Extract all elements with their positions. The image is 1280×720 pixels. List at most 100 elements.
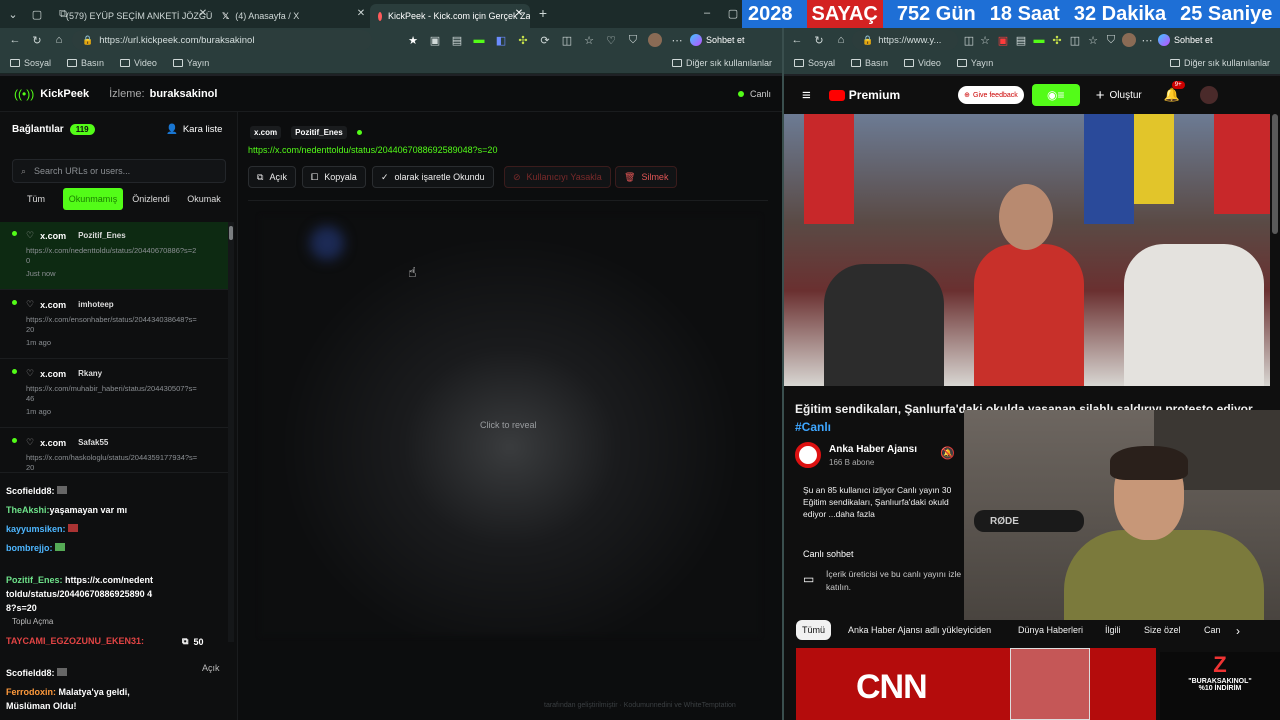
more-icon[interactable]: ⋯ xyxy=(1140,33,1154,47)
notifications-button[interactable]: 🔔 9+ xyxy=(1164,81,1185,103)
favorites-icon[interactable]: ☆ xyxy=(1086,33,1100,47)
home-icon[interactable]: ⌂ xyxy=(52,33,66,47)
favorites-icon[interactable]: ☆ xyxy=(582,33,596,47)
ban-user-button[interactable]: ⊘ Kullanıcıyı Yasakla xyxy=(504,166,611,188)
reveal-label[interactable]: Click to reveal xyxy=(480,420,537,430)
split-icon[interactable]: ◫ xyxy=(962,33,976,47)
chip-for-you[interactable]: Size özel xyxy=(1144,620,1181,640)
bookmark-sosyal[interactable]: Sosyal xyxy=(794,58,835,68)
star-icon[interactable]: ☆ xyxy=(978,33,992,47)
address-bar[interactable]: 🔒 https://www.y... xyxy=(852,30,958,50)
refresh-page-icon[interactable]: ⟳ xyxy=(538,33,552,47)
search-input[interactable]: ⌕ Search URLs or users... xyxy=(12,159,226,183)
folder-icon xyxy=(67,59,78,67)
extension-icon[interactable]: ▬ xyxy=(472,33,486,47)
copilot-chat-button[interactable]: Sohbet et xyxy=(1158,34,1213,46)
close-tab-icon[interactable]: ✕ xyxy=(354,6,368,20)
extension-icon[interactable]: ▤ xyxy=(1014,33,1028,47)
link-item[interactable]: ♡ x.com Rkany https://x.com/muhabir_haberi… xyxy=(0,360,228,428)
filter-unread[interactable]: Okunmamış xyxy=(63,188,123,210)
bookmark-basin[interactable]: Basın xyxy=(851,58,888,68)
video-player[interactable] xyxy=(784,114,1270,386)
other-bookmarks[interactable]: Diğer sık kullanılanlar xyxy=(671,58,772,68)
hashtag-link[interactable]: #Canlı xyxy=(795,420,831,434)
bookmark-video[interactable]: Video xyxy=(904,58,941,68)
maximize-icon[interactable]: ▢ xyxy=(726,6,740,20)
open-label[interactable]: Açık xyxy=(202,663,220,673)
chip-more[interactable]: Can xyxy=(1204,620,1234,640)
extension-icon[interactable]: ✣ xyxy=(1050,33,1064,47)
refresh-icon[interactable]: ↻ xyxy=(812,33,826,47)
home-icon[interactable]: ⌂ xyxy=(834,33,848,47)
new-tab-icon[interactable]: + xyxy=(536,5,550,21)
favorite-star-icon[interactable]: ★ xyxy=(406,33,420,47)
selected-url[interactable]: https://x.com/nedenttoldu/status/2044067… xyxy=(248,145,497,155)
refresh-icon[interactable]: ↻ xyxy=(30,33,44,47)
extension-icon[interactable]: ▣ xyxy=(428,33,442,47)
notification-bell-icon[interactable]: 🔕 xyxy=(940,446,955,460)
chip-world-news[interactable]: Dünya Haberleri xyxy=(1018,620,1083,640)
bookmark-yayin[interactable]: Yayın xyxy=(172,58,209,68)
workspaces-icon[interactable]: ▢ xyxy=(30,7,44,21)
split-screen-icon[interactable]: ◫ xyxy=(560,33,574,47)
other-bookmarks[interactable]: Diğer sık kullanılanlar xyxy=(1169,58,1270,68)
extension-button[interactable]: ◉≡ xyxy=(1031,84,1080,106)
description-box[interactable]: Şu an 85 kullanıcı izliyor Canlı yayın 3… xyxy=(795,480,967,530)
tab-menu-icon[interactable]: ⌄ xyxy=(6,7,20,21)
extension-icon[interactable]: ▤ xyxy=(450,33,464,47)
extension-icon[interactable]: ✣ xyxy=(516,33,530,47)
chip-all[interactable]: Tümü xyxy=(796,620,832,640)
bookmark-basin[interactable]: Basın xyxy=(67,58,104,68)
extension-icon[interactable]: ▬ xyxy=(1032,33,1046,47)
blacklist-button[interactable]: 👤 Kara liste xyxy=(166,124,222,135)
chevron-right-icon[interactable]: › xyxy=(1236,624,1240,638)
filter-read[interactable]: Okumak xyxy=(182,188,226,210)
delete-button[interactable]: 🗑 Silmek xyxy=(615,166,678,188)
close-tab-icon[interactable]: ✕ xyxy=(512,6,526,20)
filter-previewed[interactable]: Önizlendi xyxy=(128,188,174,210)
yt-scrollbar[interactable] xyxy=(1272,114,1278,234)
minimize-icon[interactable]: – xyxy=(700,6,714,20)
close-tab-icon[interactable]: ✕ xyxy=(196,6,210,20)
account-avatar[interactable] xyxy=(1199,86,1218,104)
hamburger-icon[interactable]: ≡ xyxy=(802,87,811,104)
link-item[interactable]: ♡ x.com Pozitif_Enes https://x.com/nedentt… xyxy=(0,222,228,290)
chip-related[interactable]: İlgili xyxy=(1105,620,1121,640)
mark-read-button[interactable]: ✓ olarak işaretle Okundu xyxy=(372,166,494,188)
copy-button[interactable]: ⧠ Kopyala xyxy=(302,166,366,188)
sidebar-scrollbar[interactable] xyxy=(228,222,234,642)
split-screen-icon[interactable]: ◫ xyxy=(1068,33,1082,47)
recommended-thumbnail[interactable]: CNN xyxy=(796,648,1156,720)
tab-youtube[interactable]: (579) EYÜP SEÇİM ANKETİ JÖZGÜR xyxy=(52,4,212,28)
address-bar[interactable]: 🔒 https://url.kickpeek.com/buraksakinol xyxy=(72,30,372,50)
youtube-logo-icon[interactable] xyxy=(828,89,845,101)
more-icon[interactable]: ⋯ xyxy=(670,33,684,47)
link-item[interactable]: ♡ x.com Safak55 https://x.com/haskologlu/s… xyxy=(0,429,228,473)
essentials-icon[interactable]: ⛉ xyxy=(1104,33,1118,47)
open-count-button[interactable]: ⧉ 50 xyxy=(182,636,203,647)
sidebar-scroll-thumb[interactable] xyxy=(229,226,233,240)
profile-avatar[interactable] xyxy=(1122,33,1136,47)
bookmark-yayin[interactable]: Yayın xyxy=(956,58,993,68)
create-button[interactable]: + Oluştur xyxy=(1096,87,1142,104)
back-icon[interactable]: ← xyxy=(790,33,804,47)
browser-essentials-icon[interactable]: ⛉ xyxy=(626,33,640,47)
bulk-open-label[interactable]: Toplu Açma xyxy=(12,617,53,626)
extension-icon[interactable]: ▣ xyxy=(996,33,1010,47)
collections-icon[interactable]: ♡ xyxy=(604,33,618,47)
channel-name[interactable]: Anka Haber Ajansı xyxy=(829,444,917,455)
tab-kickpeek[interactable]: KickPeek - Kick.com için Gerçek Za xyxy=(370,4,530,28)
bookmark-video[interactable]: Video xyxy=(120,58,157,68)
feedback-button[interactable]: ⊕ Give feedback xyxy=(958,86,1024,104)
link-item[interactable]: ♡ x.com imhoteep https://x.com/ensonhaber/… xyxy=(0,291,228,359)
copilot-chat-button[interactable]: Sohbet et xyxy=(690,34,745,46)
channel-avatar[interactable] xyxy=(795,442,821,468)
filter-all[interactable]: Tüm xyxy=(14,188,58,210)
chip-uploader[interactable]: Anka Haber Ajansı adlı yükleyiciden xyxy=(848,620,991,640)
tab-x[interactable]: 𝕏 (4) Anasayfa / X xyxy=(214,4,364,28)
bookmark-sosyal[interactable]: Sosyal xyxy=(10,58,51,68)
open-button[interactable]: ⧉ Açık xyxy=(248,166,296,188)
back-icon[interactable]: ← xyxy=(8,33,22,47)
extension-icon[interactable]: ◧ xyxy=(494,33,508,47)
profile-avatar[interactable] xyxy=(648,33,662,47)
